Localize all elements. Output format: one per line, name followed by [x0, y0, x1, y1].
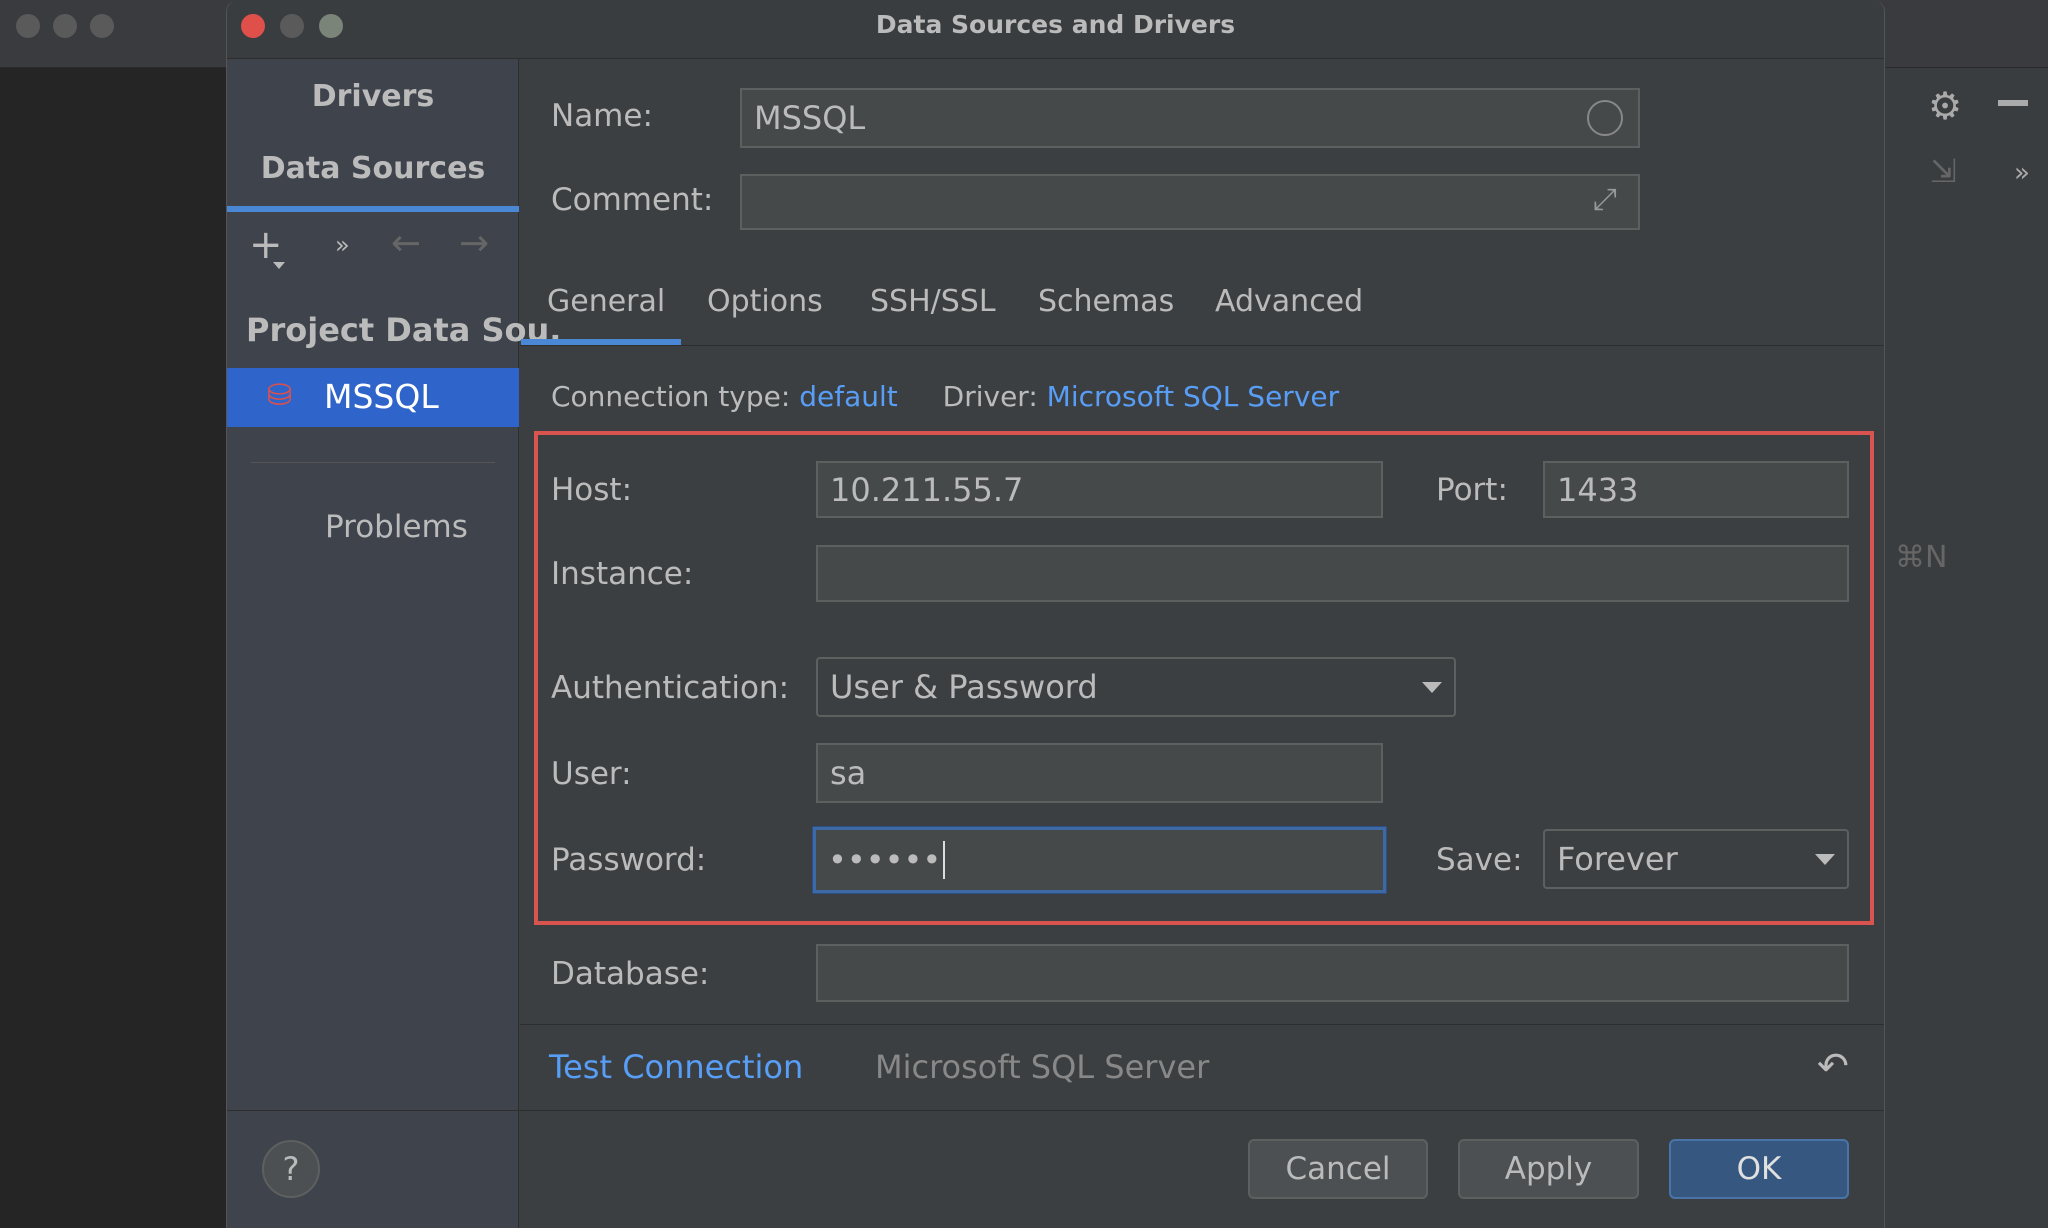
driver-link[interactable]: Microsoft SQL Server	[1047, 380, 1339, 413]
footer-divider	[227, 1110, 1884, 1111]
list-item-mssql[interactable]: ⛁ MSSQL	[227, 368, 519, 427]
color-picker-icon[interactable]	[1587, 100, 1623, 136]
background-side-panel	[1885, 68, 2048, 1228]
user-input[interactable]: sa	[816, 743, 1383, 803]
minimize-button[interactable]	[280, 14, 304, 38]
section-title: Project Data Sou.	[246, 311, 562, 349]
undo-icon[interactable]: ↶	[1817, 1044, 1849, 1088]
dialog-title-bar: Data Sources and Drivers	[227, 0, 1884, 59]
divider	[520, 1024, 1884, 1025]
help-button[interactable]: ?	[262, 1140, 320, 1198]
connection-type-link[interactable]: default	[799, 380, 898, 413]
host-input[interactable]: 10.211.55.7	[816, 461, 1383, 518]
save-label: Save:	[1436, 842, 1523, 878]
mssql-icon: ⛁	[267, 378, 293, 413]
instance-input[interactable]	[816, 545, 1849, 602]
comment-label: Comment:	[551, 182, 714, 218]
cancel-button[interactable]: Cancel	[1248, 1139, 1428, 1199]
problems-item[interactable]: Problems	[325, 509, 468, 545]
name-input[interactable]: MSSQL	[740, 88, 1640, 148]
test-connection-link[interactable]: Test Connection	[549, 1048, 803, 1086]
driver-label: Driver:	[942, 380, 1038, 413]
active-tab-indicator	[521, 339, 681, 345]
authentication-dropdown[interactable]: User & Password	[816, 657, 1456, 717]
ok-button[interactable]: OK	[1669, 1139, 1849, 1199]
tab-options[interactable]: Options	[707, 284, 823, 319]
chevron-down-icon	[1422, 681, 1442, 693]
divider	[251, 462, 495, 463]
password-label: Password:	[551, 842, 707, 878]
forward-arrow-icon[interactable]: →	[459, 223, 489, 264]
tabs-divider	[520, 345, 1884, 346]
save-dropdown[interactable]: Forever	[1543, 829, 1849, 889]
database-input[interactable]	[816, 944, 1849, 1002]
active-tab-indicator	[227, 206, 519, 212]
collapse-icon[interactable]: ⇲	[1930, 152, 1957, 190]
back-arrow-icon[interactable]: ←	[391, 223, 421, 264]
tab-advanced[interactable]: Advanced	[1215, 284, 1363, 319]
user-label: User:	[551, 756, 632, 792]
host-label: Host:	[551, 472, 633, 508]
background-editor	[0, 68, 226, 1228]
connection-type-label: Connection type:	[551, 380, 791, 413]
comment-input[interactable]	[740, 174, 1640, 230]
tab-ssh-ssl[interactable]: SSH/SSL	[870, 284, 996, 319]
text-cursor	[943, 841, 946, 879]
shortcut-hint: ⌘N	[1895, 540, 1948, 575]
tab-data-sources[interactable]: Data Sources	[227, 151, 519, 186]
sidebar: Drivers Data Sources + » ← → Project Dat…	[227, 59, 561, 1228]
port-value: 1433	[1557, 470, 1639, 509]
bg-close-button[interactable]	[16, 14, 40, 38]
tab-general[interactable]: General	[547, 284, 665, 319]
name-value: MSSQL	[754, 99, 866, 137]
zoom-button[interactable]	[319, 14, 343, 38]
user-value: sa	[830, 754, 867, 792]
password-value: ••••••	[828, 841, 942, 879]
port-label: Port:	[1436, 472, 1508, 508]
tab-schemas[interactable]: Schemas	[1038, 284, 1174, 319]
bg-zoom-button[interactable]	[90, 14, 114, 38]
instance-label: Instance:	[551, 556, 694, 592]
dialog-title: Data Sources and Drivers	[875, 10, 1236, 39]
add-dropdown-icon	[273, 262, 285, 269]
name-label: Name:	[551, 98, 653, 134]
chevron-down-icon	[1815, 853, 1835, 865]
authentication-value: User & Password	[830, 668, 1098, 706]
list-item-label: MSSQL	[324, 377, 439, 416]
minimize-icon[interactable]	[1998, 100, 2028, 106]
password-input[interactable]: ••••••	[813, 827, 1386, 893]
more-icon[interactable]: »	[335, 231, 350, 259]
close-button[interactable]	[241, 14, 265, 38]
save-value: Forever	[1557, 840, 1678, 878]
expand-icon[interactable]: ⤢	[1593, 182, 1617, 217]
authentication-label: Authentication:	[551, 670, 790, 706]
connection-info: Connection type: default Driver: Microso…	[551, 380, 1339, 413]
bg-minimize-button[interactable]	[53, 14, 77, 38]
port-input[interactable]: 1433	[1543, 461, 1849, 518]
more-icon[interactable]: »	[2014, 158, 2030, 188]
tab-drivers[interactable]: Drivers	[227, 79, 519, 114]
host-value: 10.211.55.7	[830, 470, 1024, 509]
apply-button[interactable]: Apply	[1458, 1139, 1639, 1199]
database-label: Database:	[551, 956, 710, 992]
data-sources-dialog: Data Sources and Drivers Drivers Data So…	[226, 0, 1885, 1228]
gear-icon[interactable]: ⚙	[1928, 84, 1962, 128]
driver-name-text: Microsoft SQL Server	[875, 1048, 1210, 1086]
